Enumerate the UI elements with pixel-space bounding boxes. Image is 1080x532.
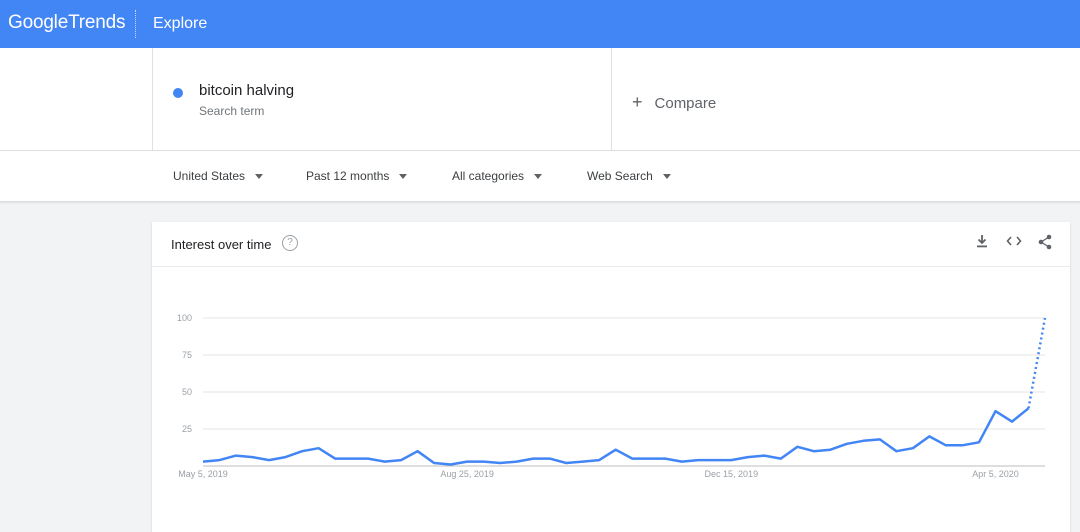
interest-line-chart[interactable]: 100 75 50 25 May 5, 2019 Aug 25, 2019 Dec 15,… <box>152 266 1070 532</box>
top-bar: GoogleTrends Explore <box>0 0 1080 48</box>
y-tick-label: 75 <box>182 350 192 360</box>
series-line-partial[interactable] <box>1027 317 1047 409</box>
caret-down-icon <box>534 174 543 180</box>
category-dropdown[interactable]: All categories <box>452 169 543 183</box>
y-tick-label: 50 <box>182 387 192 397</box>
plus-icon: + <box>632 92 643 112</box>
series-line[interactable] <box>202 407 1030 466</box>
region-dropdown[interactable]: United States <box>173 169 264 183</box>
term-color-dot <box>173 88 183 98</box>
google-trends-logo[interactable]: GoogleTrends <box>8 12 126 34</box>
search-term-box[interactable]: bitcoin halving Search term <box>152 48 612 150</box>
x-tick-label: Apr 5, 2020 <box>972 469 1019 479</box>
card-header: Interest over time ? <box>152 222 1070 267</box>
share-icon[interactable] <box>1038 234 1052 253</box>
interest-over-time-card: Interest over time ? 100 75 50 25 May 5, 20… <box>152 222 1070 532</box>
caret-down-icon <box>662 174 671 180</box>
caret-down-icon <box>399 174 408 180</box>
compare-label: Compare <box>654 95 717 112</box>
explore-title: Explore <box>153 15 208 32</box>
search-row: bitcoin halving Search term + Compare <box>0 48 1080 151</box>
time-dropdown[interactable]: Past 12 months <box>306 169 408 183</box>
filter-bar: United States Past 12 months All categor… <box>0 151 1080 202</box>
property-label: Web Search <box>587 169 653 183</box>
y-tick-label: 25 <box>182 424 192 434</box>
search-term-text[interactable]: bitcoin halving <box>199 82 294 99</box>
logo-trends-text: Trends <box>68 12 126 33</box>
y-tick-label: 100 <box>177 313 192 323</box>
help-icon[interactable]: ? <box>282 235 298 251</box>
caret-down-icon <box>255 174 264 180</box>
category-label: All categories <box>452 169 525 183</box>
card-title: Interest over time <box>171 237 272 252</box>
search-term-subtitle: Search term <box>199 104 265 118</box>
property-dropdown[interactable]: Web Search <box>587 169 671 183</box>
x-tick-label: Aug 25, 2019 <box>440 469 494 479</box>
time-label: Past 12 months <box>306 169 390 183</box>
embed-icon[interactable] <box>1006 234 1022 251</box>
x-tick-label: May 5, 2019 <box>178 469 228 479</box>
region-label: United States <box>173 169 246 183</box>
compare-button[interactable]: + Compare <box>632 92 716 113</box>
x-tick-label: Dec 15, 2019 <box>705 469 759 479</box>
logo-google-text: Google <box>8 12 69 33</box>
header-divider <box>135 10 136 38</box>
download-icon[interactable] <box>975 234 989 251</box>
